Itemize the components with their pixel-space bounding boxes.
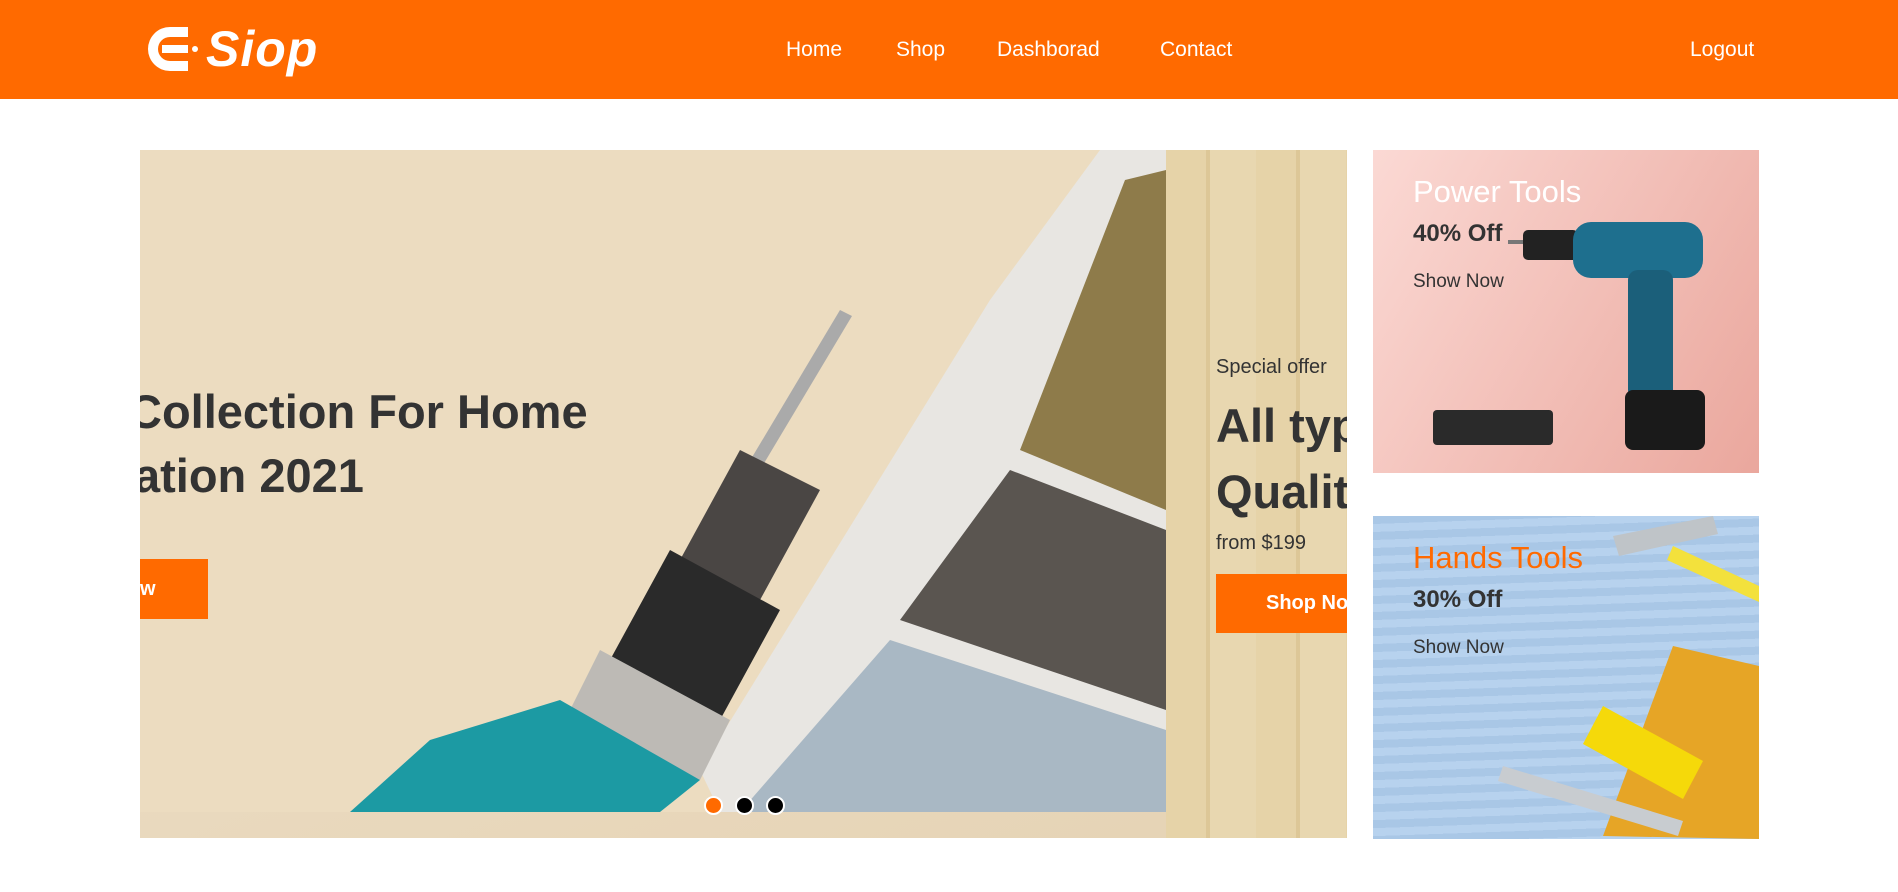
hand-tools-banner[interactable]: Hands Tools 30% Off Show Now (1373, 516, 1759, 839)
banner-show-now-link[interactable]: Show Now (1413, 637, 1504, 659)
banner-show-now-link[interactable]: Show Now (1413, 271, 1504, 293)
power-tools-banner[interactable]: Power Tools 40% Off Show Now (1373, 150, 1759, 473)
slide-2-price: from $199 (1216, 532, 1307, 554)
slide-2: Special offer All typ Qualit from $199 S… (1166, 150, 1347, 838)
slide-2-shop-button[interactable]: Shop No (1216, 574, 1347, 633)
slider-dot-3[interactable] (766, 796, 785, 815)
header: Siop Home Shop Dashborad Contact Logout (0, 0, 1898, 99)
logo-text: Siop (206, 21, 319, 77)
nav-dashboard[interactable]: Dashborad (997, 38, 1100, 62)
slide-1: Collection For Home ation 2021 w (140, 150, 1166, 838)
slide-1-shop-button[interactable]: w (140, 559, 208, 619)
banner-discount: 30% Off (1413, 586, 1503, 613)
slide-1-heading-line-1: Collection For Home (140, 385, 588, 438)
slide-2-heading-line-1: All typ (1216, 399, 1347, 452)
logo[interactable]: Siop (140, 18, 340, 80)
nav-home[interactable]: Home (786, 38, 842, 62)
slider-dots (704, 796, 785, 815)
slide-2-heading-line-2: Qualit (1216, 465, 1347, 518)
slide-2-eyebrow: Special offer (1216, 356, 1327, 378)
banner-title: Hands Tools (1413, 540, 1584, 575)
banner-discount: 40% Off (1413, 220, 1503, 247)
slider-dot-1[interactable] (704, 796, 723, 815)
nav-contact[interactable]: Contact (1160, 38, 1232, 62)
slider-dot-2[interactable] (735, 796, 754, 815)
slide-2-button-label: Shop No (1266, 592, 1347, 614)
slide-1-button-label: w (140, 577, 156, 600)
hero-slider[interactable]: Collection For Home ation 2021 w Special… (140, 150, 1347, 838)
banner-title: Power Tools (1413, 174, 1582, 209)
logo-icon (148, 27, 198, 71)
nav-shop[interactable]: Shop (896, 38, 945, 62)
slide-1-heading-line-2: ation 2021 (140, 449, 364, 502)
logout-link[interactable]: Logout (1690, 38, 1754, 62)
